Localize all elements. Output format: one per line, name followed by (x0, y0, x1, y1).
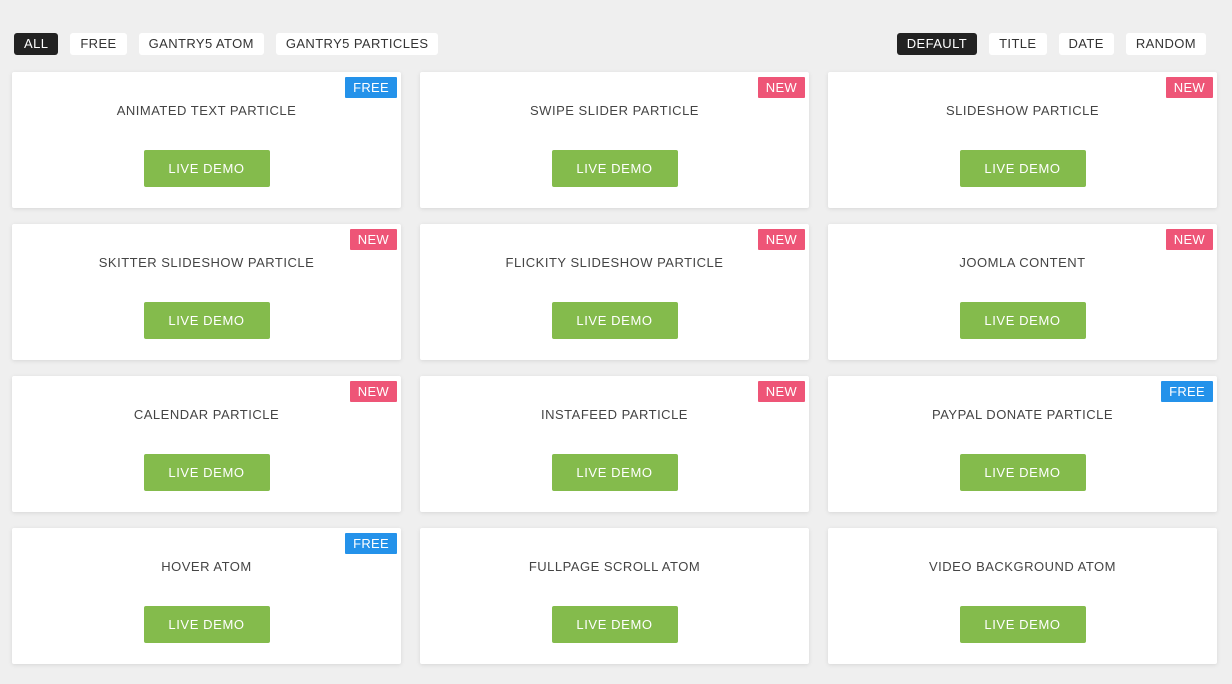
sort-date[interactable]: DATE (1058, 33, 1114, 55)
card-flickity-slideshow-particle: NEW FLICKITY SLIDESHOW PARTICLE LIVE DEM… (420, 224, 809, 360)
card-hover-atom: FREE HOVER ATOM LIVE DEMO (12, 528, 401, 664)
card-title: PAYPAL DONATE PARTICLE (931, 407, 1113, 422)
card-joomla-content: NEW JOOMLA CONTENT LIVE DEMO (828, 224, 1217, 360)
card-badge: NEW (1165, 229, 1213, 250)
card-badge: FREE (1161, 381, 1213, 402)
card-title: SWIPE SLIDER PARTICLE (530, 103, 699, 118)
card-fullpage-scroll-atom: FULLPAGE SCROLL ATOM LIVE DEMO (420, 528, 809, 664)
sort-default[interactable]: DEFAULT (896, 33, 978, 55)
card-title: SKITTER SLIDESHOW PARTICLE (98, 255, 315, 270)
live-demo-button[interactable]: LIVE DEMO (551, 302, 678, 339)
card-skitter-slideshow-particle: NEW SKITTER SLIDESHOW PARTICLE LIVE DEMO (12, 224, 401, 360)
card-title: FULLPAGE SCROLL ATOM (528, 559, 701, 574)
live-demo-button[interactable]: LIVE DEMO (959, 150, 1086, 187)
card-badge: FREE (345, 77, 397, 98)
card-title: CALENDAR PARTICLE (133, 407, 280, 422)
card-swipe-slider-particle: NEW SWIPE SLIDER PARTICLE LIVE DEMO (420, 72, 809, 208)
card-badge: FREE (345, 533, 397, 554)
sort-filter-group: DEFAULT TITLE DATE RANDOM (896, 33, 1206, 55)
category-filter-group: ALL FREE GANTRY5 ATOM GANTRY5 PARTICLES (14, 33, 439, 55)
card-badge: NEW (757, 381, 805, 402)
live-demo-button[interactable]: LIVE DEMO (143, 606, 270, 643)
card-badge: NEW (349, 381, 397, 402)
card-instafeed-particle: NEW INSTAFEED PARTICLE LIVE DEMO (420, 376, 809, 512)
card-badge: NEW (349, 229, 397, 250)
live-demo-button[interactable]: LIVE DEMO (143, 454, 270, 491)
card-calendar-particle: NEW CALENDAR PARTICLE LIVE DEMO (12, 376, 401, 512)
card-title: INSTAFEED PARTICLE (541, 407, 688, 422)
card-animated-text-particle: FREE ANIMATED TEXT PARTICLE LIVE DEMO (12, 72, 401, 208)
filter-gantry5-atom[interactable]: GANTRY5 ATOM (138, 33, 264, 55)
live-demo-button[interactable]: LIVE DEMO (551, 454, 678, 491)
filter-bar: ALL FREE GANTRY5 ATOM GANTRY5 PARTICLES DEF… (0, 0, 1232, 55)
card-title: VIDEO BACKGROUND ATOM (929, 559, 1116, 574)
live-demo-button[interactable]: LIVE DEMO (959, 454, 1086, 491)
card-title: JOOMLA CONTENT (959, 255, 1086, 270)
card-grid: FREE ANIMATED TEXT PARTICLE LIVE DEMO NE… (0, 55, 1232, 664)
live-demo-button[interactable]: LIVE DEMO (551, 606, 678, 643)
card-paypal-donate-particle: FREE PAYPAL DONATE PARTICLE LIVE DEMO (828, 376, 1217, 512)
card-title: ANIMATED TEXT PARTICLE (116, 103, 297, 118)
live-demo-button[interactable]: LIVE DEMO (959, 302, 1086, 339)
live-demo-button[interactable]: LIVE DEMO (143, 302, 270, 339)
live-demo-button[interactable]: LIVE DEMO (959, 606, 1086, 643)
live-demo-button[interactable]: LIVE DEMO (143, 150, 270, 187)
card-title: HOVER ATOM (161, 559, 252, 574)
filter-free[interactable]: FREE (70, 33, 127, 55)
card-title: SLIDESHOW PARTICLE (946, 103, 1099, 118)
filter-gantry5-particles[interactable]: GANTRY5 PARTICLES (275, 33, 439, 55)
filter-all[interactable]: ALL (14, 33, 59, 55)
live-demo-button[interactable]: LIVE DEMO (551, 150, 678, 187)
card-badge: NEW (1165, 77, 1213, 98)
sort-random[interactable]: RANDOM (1125, 33, 1206, 55)
sort-title[interactable]: TITLE (989, 33, 1047, 55)
card-title: FLICKITY SLIDESHOW PARTICLE (505, 255, 724, 270)
card-badge: NEW (757, 77, 805, 98)
card-badge: NEW (757, 229, 805, 250)
card-slideshow-particle: NEW SLIDESHOW PARTICLE LIVE DEMO (828, 72, 1217, 208)
card-video-background-atom: VIDEO BACKGROUND ATOM LIVE DEMO (828, 528, 1217, 664)
particles-browser-page: ALL FREE GANTRY5 ATOM GANTRY5 PARTICLES DEF… (0, 0, 1232, 664)
